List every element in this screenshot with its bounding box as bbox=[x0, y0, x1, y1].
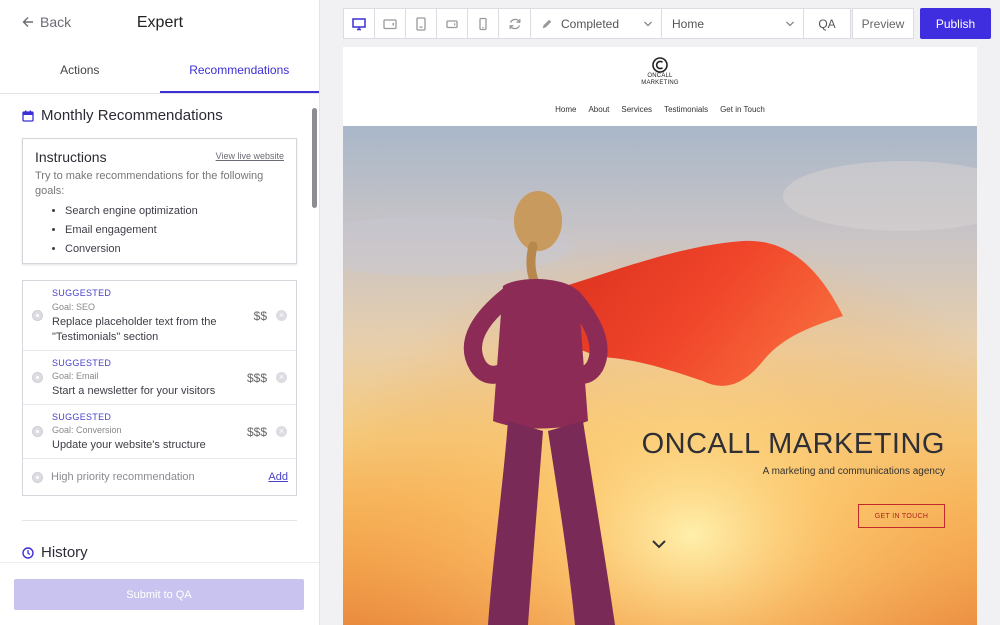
editor-toolbar: Completed Home QA bbox=[343, 8, 851, 39]
select-radio[interactable] bbox=[32, 372, 43, 383]
recommendation-goal: Goal: SEO bbox=[52, 302, 96, 312]
add-recommendation-link[interactable]: Add bbox=[268, 471, 288, 483]
select-radio[interactable] bbox=[32, 426, 43, 437]
recommendation-item[interactable]: SUGGESTED Goal: Conversion Update your w… bbox=[23, 405, 296, 459]
tab-bar: Actions Recommendations bbox=[0, 47, 319, 94]
monthly-title: Monthly Recommendations bbox=[41, 107, 223, 124]
site-nav-services[interactable]: Services bbox=[621, 105, 652, 114]
site-nav-get-in-touch[interactable]: Get in Touch bbox=[720, 105, 765, 114]
site-nav-testimonials[interactable]: Testimonials bbox=[664, 105, 708, 114]
recommendation-price: $$ bbox=[253, 309, 267, 323]
scrollbar-thumb[interactable] bbox=[312, 108, 317, 208]
recommendation-goal: Goal: Conversion bbox=[52, 425, 122, 435]
goals-list: Search engine optimization Email engagem… bbox=[65, 202, 284, 259]
clock-icon bbox=[22, 546, 34, 559]
site-nav-about[interactable]: About bbox=[588, 105, 609, 114]
remove-icon[interactable]: × bbox=[276, 426, 287, 437]
recommendation-text: Update your website's structure bbox=[52, 439, 206, 451]
refresh-icon bbox=[509, 18, 520, 29]
new-recommendation-radio[interactable] bbox=[32, 472, 43, 483]
recommendation-price: $$$ bbox=[246, 425, 267, 439]
recommendation-item[interactable]: SUGGESTED Goal: SEO Replace placeholder … bbox=[23, 281, 296, 351]
tab-recommendations[interactable]: Recommendations bbox=[159, 47, 319, 93]
recommendation-text: Start a newsletter for your visitors bbox=[52, 385, 216, 397]
history-title: History bbox=[41, 544, 88, 561]
desktop-icon bbox=[352, 17, 366, 30]
tablet-portrait-icon bbox=[416, 16, 426, 31]
page-select[interactable]: Home bbox=[661, 8, 804, 39]
logo-line1: ONCALL bbox=[647, 73, 673, 79]
remove-icon[interactable]: × bbox=[276, 310, 287, 321]
recommendation-price: $$$ bbox=[246, 371, 267, 385]
history-heading[interactable]: History bbox=[22, 544, 88, 561]
monthly-recommendations-heading: Monthly Recommendations bbox=[22, 107, 223, 124]
goal-item: Conversion bbox=[65, 240, 284, 259]
chevron-down-icon bbox=[786, 21, 794, 27]
recommendations-scroll-area[interactable]: Monthly Recommendations Instructions Vie… bbox=[0, 94, 319, 562]
instructions-text: Try to make recommendations for the foll… bbox=[35, 170, 264, 197]
recommendation-item[interactable]: SUGGESTED Goal: Email Start a newsletter… bbox=[23, 351, 296, 405]
publish-button[interactable]: Publish bbox=[920, 8, 991, 39]
submit-to-qa-button[interactable]: Submit to QA bbox=[14, 579, 304, 610]
new-recommendation-input[interactable] bbox=[51, 471, 231, 483]
tablet-landscape-view-button[interactable] bbox=[374, 8, 406, 39]
hero-photo bbox=[343, 126, 977, 625]
site-nav-home[interactable]: Home bbox=[555, 105, 576, 114]
site-logo[interactable]: ONCALL MARKETING bbox=[343, 57, 977, 87]
recommendation-tag: SUGGESTED bbox=[52, 358, 112, 368]
remove-icon[interactable]: × bbox=[276, 372, 287, 383]
calendar-icon bbox=[22, 110, 34, 122]
section-divider bbox=[22, 520, 297, 521]
tab-actions[interactable]: Actions bbox=[0, 47, 160, 93]
recommendation-goal: Goal: Email bbox=[52, 371, 99, 381]
phone-landscape-view-button[interactable] bbox=[436, 8, 468, 39]
goal-item: Search engine optimization bbox=[65, 202, 284, 221]
recommendation-text: Replace placeholder text from the "Testi… bbox=[52, 316, 217, 343]
tablet-portrait-view-button[interactable] bbox=[405, 8, 437, 39]
refresh-button[interactable] bbox=[498, 8, 531, 39]
phone-portrait-icon bbox=[479, 17, 487, 30]
tablet-landscape-icon bbox=[383, 18, 397, 29]
preview-button[interactable]: Preview bbox=[852, 8, 914, 39]
recommendations-list: SUGGESTED Goal: SEO Replace placeholder … bbox=[22, 280, 297, 496]
status-select[interactable]: Completed bbox=[530, 8, 662, 39]
chevron-down-icon bbox=[644, 21, 652, 27]
website-preview: ONCALL MARKETING Home About Services Tes… bbox=[343, 47, 977, 625]
logo-line2: MARKETING bbox=[641, 80, 679, 86]
phone-landscape-icon bbox=[446, 19, 458, 28]
panel-header: Back Expert bbox=[0, 0, 319, 47]
qa-label: QA bbox=[818, 16, 836, 31]
hero-subtitle: A marketing and communications agency bbox=[762, 466, 945, 477]
desktop-view-button[interactable] bbox=[343, 8, 375, 39]
status-value: Completed bbox=[561, 16, 620, 31]
instructions-card: Instructions View live website Try to ma… bbox=[22, 138, 297, 264]
view-live-website-link[interactable]: View live website bbox=[216, 151, 284, 161]
logo-mark-icon bbox=[652, 57, 668, 73]
page-value: Home bbox=[672, 16, 705, 31]
hero-section: ONCALL MARKETING A marketing and communi… bbox=[343, 126, 977, 625]
goal-item: Email engagement bbox=[65, 221, 284, 240]
hero-title: ONCALL MARKETING bbox=[641, 428, 945, 460]
left-panel: Back Expert Actions Recommendations Mont… bbox=[0, 0, 320, 625]
site-nav: Home About Services Testimonials Get in … bbox=[343, 105, 977, 114]
chevron-down-icon[interactable] bbox=[651, 539, 667, 549]
pencil-icon bbox=[542, 19, 552, 28]
recommendation-tag: SUGGESTED bbox=[52, 288, 112, 298]
phone-portrait-view-button[interactable] bbox=[467, 8, 499, 39]
recommendation-tag: SUGGESTED bbox=[52, 412, 112, 422]
get-in-touch-button[interactable]: GET IN TOUCH bbox=[858, 504, 945, 528]
panel-title: Expert bbox=[136, 14, 184, 31]
select-radio[interactable] bbox=[32, 310, 43, 321]
qa-button[interactable]: QA bbox=[803, 8, 851, 39]
submit-bar: Submit to QA bbox=[0, 562, 319, 625]
